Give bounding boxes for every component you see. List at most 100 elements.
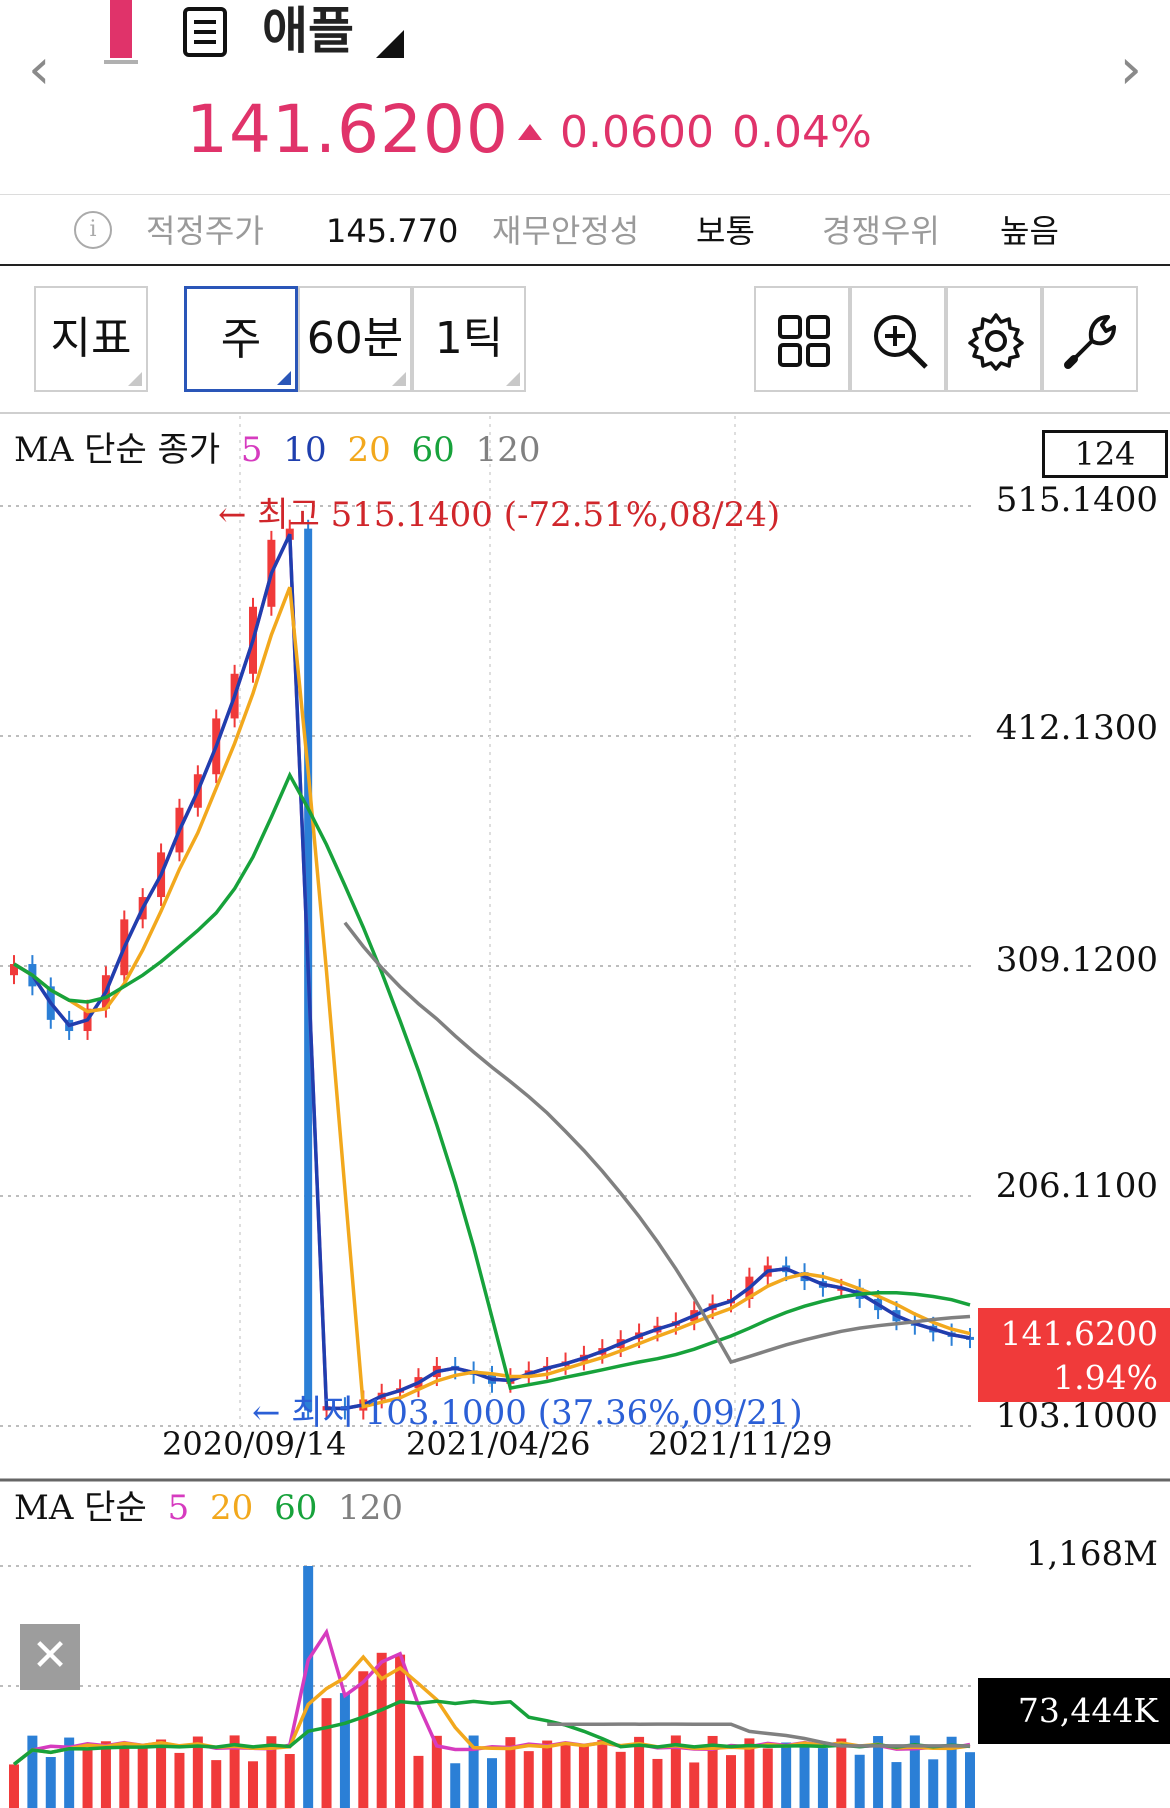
current-price-tag-value: 141.6200 xyxy=(1000,1314,1158,1353)
volume-bar-29 xyxy=(542,1740,553,1808)
settings-icon xyxy=(968,313,1024,371)
period-week-label: 주 xyxy=(220,314,262,365)
volume-bar-9 xyxy=(174,1752,185,1808)
stock-name[interactable]: 애플 xyxy=(262,0,354,62)
volume-bar-46 xyxy=(854,1754,865,1808)
price-change: 0.0600 xyxy=(560,107,714,158)
volume-bar-43 xyxy=(799,1742,810,1808)
volume-bar-13 xyxy=(248,1761,258,1808)
volume-bar-7 xyxy=(137,1746,148,1808)
ma10-legend: 10 xyxy=(283,430,327,470)
zoom-in-button[interactable] xyxy=(850,286,946,392)
volume-bar-28 xyxy=(523,1751,534,1808)
vol-ma5-legend: 5 xyxy=(167,1488,190,1528)
moving-average-lines xyxy=(13,533,971,1411)
volume-bar-39 xyxy=(726,1755,736,1808)
competitive-advantage-value: 높음 xyxy=(1000,212,1059,250)
tools-button[interactable] xyxy=(1042,286,1138,392)
volume-bar-34 xyxy=(634,1736,645,1808)
ma5-legend: 5 xyxy=(240,430,263,470)
ma120-legend: 120 xyxy=(475,430,541,470)
volume-moving-averages xyxy=(12,1627,971,1766)
volume-bar-1 xyxy=(27,1735,38,1808)
volume-ma-legend[interactable]: MA 단순 5 20 60 120 xyxy=(14,1486,413,1530)
fair-price-label: 적정주가 xyxy=(146,212,264,250)
y-tick-515: 515.1400 xyxy=(995,480,1158,520)
volume-bar-0 xyxy=(9,1764,19,1808)
low-price-annotation: ← 최저 103.1000 (37.36%,09/21) xyxy=(252,1393,803,1433)
y-tick-309: 309.1200 xyxy=(995,940,1158,980)
settings-button[interactable] xyxy=(946,286,1042,392)
wrench-icon xyxy=(1064,315,1116,369)
info-icon[interactable]: i xyxy=(74,211,112,249)
volume-bar-6 xyxy=(119,1744,130,1808)
price-bar-base xyxy=(104,60,138,64)
competitive-advantage-label: 경쟁우위 xyxy=(822,212,940,250)
close-icon[interactable]: ✕ xyxy=(20,1624,80,1690)
period-week-tab[interactable]: 주 xyxy=(184,286,298,392)
period-1tick-corner-icon xyxy=(506,372,520,386)
period-60min-tab[interactable]: 60분 xyxy=(298,286,412,392)
price-bar-indicator xyxy=(110,0,132,58)
volume-bar-30 xyxy=(560,1744,571,1808)
volume-bar-22 xyxy=(413,1755,424,1808)
stock-chart[interactable] xyxy=(0,416,1170,1808)
volume-bar-37 xyxy=(689,1762,700,1808)
y-tick-103: 103.1000 xyxy=(995,1396,1158,1436)
next-stock-chevron-right-icon[interactable]: › xyxy=(1120,40,1142,100)
ma60-legend: 60 xyxy=(411,430,455,470)
vol-ma60-legend: 60 xyxy=(274,1488,318,1528)
current-volume-tag: 73,444K xyxy=(978,1678,1170,1744)
financial-stability-value: 보통 xyxy=(696,212,755,250)
volume-gridlines xyxy=(0,1565,975,1687)
price-legend-title: MA 단순 종가 xyxy=(14,430,221,470)
previous-stock-chevron-left-icon[interactable]: ‹ xyxy=(28,40,50,100)
volume-bar-45 xyxy=(836,1738,847,1808)
volume-bar-24 xyxy=(450,1763,461,1808)
volume-bar-4 xyxy=(82,1750,93,1808)
current-price: 141.6200 xyxy=(186,91,509,168)
period-1tick-tab[interactable]: 1틱 xyxy=(412,286,526,392)
volume-bar-11 xyxy=(211,1760,222,1808)
volume-bar-16 xyxy=(303,1566,314,1808)
period-60min-corner-icon xyxy=(392,372,406,386)
volume-bar-5 xyxy=(100,1741,111,1808)
vol-ma120-legend: 120 xyxy=(338,1488,404,1528)
price-change-percent: 0.04% xyxy=(732,107,872,158)
volume-bar-41 xyxy=(762,1748,773,1808)
indicator-button[interactable]: 지표 xyxy=(34,286,148,392)
period-60min-label: 60분 xyxy=(306,313,404,364)
volume-bar-2 xyxy=(45,1757,56,1808)
vol-ma20-legend: 20 xyxy=(210,1488,254,1528)
volume-bar-15 xyxy=(284,1754,295,1808)
volume-bar-48 xyxy=(891,1762,902,1808)
period-1tick-label: 1틱 xyxy=(434,313,504,364)
price-gridlines xyxy=(0,416,975,1427)
period-dropdown-corner-icon xyxy=(277,371,291,385)
chart-toolbar: 지표 주 60분 1틱 xyxy=(0,268,1170,414)
document-icon[interactable] xyxy=(182,6,228,58)
visible-count-box[interactable]: 124 xyxy=(1042,430,1168,478)
layout-grid-button[interactable] xyxy=(754,286,850,392)
current-price-tag: 141.6200 1.94% xyxy=(978,1308,1170,1402)
grid-icon xyxy=(778,315,830,367)
volume-bar-35 xyxy=(652,1758,663,1808)
y-tick-206: 206.1100 xyxy=(995,1166,1158,1206)
indicator-dropdown-corner-icon xyxy=(128,372,142,386)
y-tick-412: 412.1300 xyxy=(995,708,1158,748)
up-triangle-icon xyxy=(518,124,542,140)
fair-price-value: 145.770 xyxy=(326,212,459,250)
volume-bar-17 xyxy=(321,1698,332,1808)
volume-legend-title: MA 단순 xyxy=(14,1488,147,1528)
high-price-annotation: ← 최고 515.1400 (-72.51%,08/24) xyxy=(218,495,781,535)
volume-bar-8 xyxy=(156,1739,167,1808)
zoom-in-icon xyxy=(874,315,928,369)
volume-bar-50 xyxy=(928,1759,939,1808)
volume-bar-42 xyxy=(781,1742,792,1808)
volume-bar-52 xyxy=(965,1752,975,1808)
stock-dropdown-caret-icon[interactable] xyxy=(376,30,404,58)
volume-bar-21 xyxy=(395,1654,406,1808)
volume-bar-32 xyxy=(597,1740,608,1808)
price-ma-legend[interactable]: MA 단순 종가 5 10 20 60 120 xyxy=(14,428,551,472)
valuation-info-strip: i 적정주가 145.770 재무안정성 보통 경쟁우위 높음 xyxy=(0,194,1170,266)
